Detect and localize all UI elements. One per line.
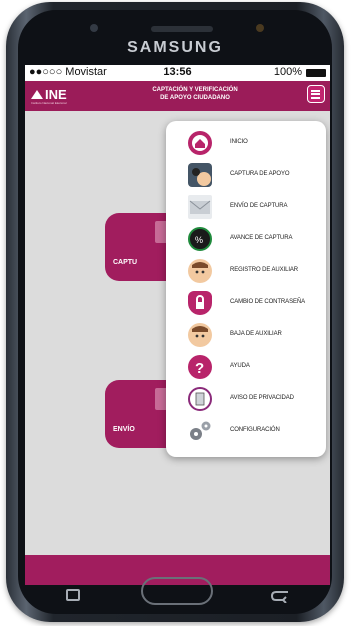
back-arrow-icon [270, 591, 288, 604]
home-icon [188, 131, 212, 155]
ine-logo-icon [31, 90, 43, 99]
recent-apps-button[interactable] [66, 589, 80, 601]
menu-item-registro-de-auxiliar[interactable]: REGISTRO DE AUXILIAR [166, 255, 326, 287]
menu-item-label: CAPTURA DE APOYO [230, 171, 290, 177]
menu-item-label: INICIO [230, 139, 248, 145]
menu-item-label: AYUDA [230, 363, 250, 369]
app-title-line2: DE APOYO CIUDADANO [160, 95, 230, 101]
mail-icon [188, 195, 212, 219]
ine-logo: INE [31, 87, 67, 102]
menu-item-label: CONFIGURACIÓN [230, 427, 280, 433]
menu-item-label: BAJA DE AUXILIAR [230, 331, 282, 337]
front-camera-icon [90, 24, 98, 32]
svg-text:?: ? [195, 360, 204, 377]
menu-item-label: AVISO DE PRIVACIDAD [230, 395, 294, 401]
menu-item-aviso-de-privacidad[interactable]: AVISO DE PRIVACIDAD [166, 383, 326, 415]
menu-bar-icon [311, 89, 320, 92]
sensor-icon [256, 24, 264, 32]
app-header: INE Instituto Nacional Electoral CAPTACI… [25, 81, 330, 111]
menu-item-label: CAMBIO DE CONTRASEÑA [230, 299, 306, 305]
user-remove-icon [188, 323, 212, 347]
menu-item-label: REGISTRO DE AUXILIAR [230, 267, 299, 273]
progress-icon: % [188, 227, 212, 251]
menu-item-label: AVANCE DE CAPTURA [230, 235, 293, 241]
menu-item-cambio-de-contrasena[interactable]: CAMBIO DE CONTRASEÑA [166, 287, 326, 319]
document-icon [188, 387, 212, 411]
app-screen: ●●○○○ Movistar 13:56 100% INE Instituto … [25, 65, 330, 585]
battery-percent: 100% [273, 66, 302, 78]
menu-bar-icon [311, 93, 320, 95]
menu-item-configuracion[interactable]: CONFIGURACIÓN [166, 415, 326, 447]
menu-item-baja-de-auxiliar[interactable]: BAJA DE AUXILIAR [166, 319, 326, 351]
menu-item-envio-de-captura[interactable]: ENVÍO DE CAPTURA [166, 191, 326, 223]
hamburger-menu-button[interactable] [307, 85, 325, 103]
camera-face-icon [188, 163, 212, 187]
lock-shield-icon [188, 291, 212, 315]
menu-item-label: ENVÍO DE CAPTURA [230, 203, 288, 209]
logo-subtitle: Instituto Nacional Electoral [31, 101, 67, 105]
menu-item-ayuda[interactable]: ? AYUDA [166, 351, 326, 383]
back-button[interactable] [270, 589, 290, 608]
user-add-icon [188, 259, 212, 283]
speaker-grill [151, 26, 213, 32]
menu-bar-icon [311, 96, 320, 99]
logo-text: INE [45, 87, 67, 102]
menu-item-avance-de-captura[interactable]: % AVANCE DE CAPTURA [166, 223, 326, 255]
captura-tile-label: CAPTU [113, 259, 138, 266]
side-menu: INICIO CAPTURA DE APOYO ENVÍO DE CAPTURA… [166, 121, 326, 457]
battery-icon [306, 69, 326, 77]
home-button[interactable] [141, 577, 213, 605]
device-brand: SAMSUNG [127, 39, 223, 56]
menu-item-inicio[interactable]: INICIO [166, 127, 326, 159]
help-icon: ? [188, 355, 212, 379]
status-bar: ●●○○○ Movistar 13:56 100% [25, 65, 330, 81]
app-title: CAPTACIÓN Y VERIFICACIÓN DE APOYO CIUDAD… [135, 86, 255, 102]
envio-tile-label: ENVÍO [113, 426, 135, 433]
app-title-line1: CAPTACIÓN Y VERIFICACIÓN [152, 87, 238, 93]
svg-text:%: % [195, 235, 203, 245]
menu-item-captura-de-apoyo[interactable]: CAPTURA DE APOYO [166, 159, 326, 191]
gears-icon [188, 419, 212, 443]
